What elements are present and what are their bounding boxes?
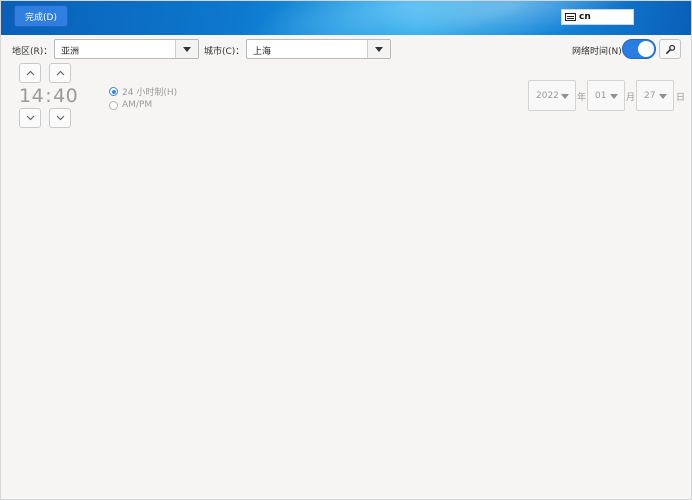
radio-ampm[interactable] [109,100,118,110]
ntp-settings-button[interactable] [659,39,681,59]
network-time-toggle[interactable] [622,39,656,59]
header-banner: 完成(D) cn [1,1,691,35]
hour-decrease-button[interactable] [19,108,41,128]
format-24h-label: 24 小时制(H) [122,88,178,98]
chevron-down-icon [610,94,618,99]
minute-decrease-button[interactable] [49,108,71,128]
day-value: 27 [644,91,656,101]
year-combobox[interactable]: 2022 [528,80,576,111]
day-unit-label: 日 [676,93,686,103]
wrench-icon [665,44,675,54]
chevron-down-icon[interactable] [175,40,198,58]
chevron-down-icon [56,115,64,121]
radio-24h[interactable] [109,87,118,96]
format-ampm-option[interactable]: AM/PM [109,100,152,110]
hour-increase-button[interactable] [19,63,41,83]
city-value: 上海 [253,47,272,57]
keyboard-icon [565,13,576,21]
month-combobox[interactable]: 01 [587,80,625,111]
chevron-down-icon [26,115,34,121]
chevron-up-icon [26,70,34,76]
date-time-window: 完成(D) cn 地区(R)： 亚洲 城市(C)： 上海 网络时间(N) 14:… [0,0,692,500]
month-value: 01 [595,91,607,101]
done-button[interactable]: 完成(D) [14,5,68,27]
chevron-down-icon[interactable] [367,40,390,58]
city-combobox[interactable]: 上海 [246,39,391,59]
chevron-down-icon [659,94,667,99]
toggle-knob [638,41,654,57]
input-method-label: cn [579,12,591,22]
hour-value: 14 [19,85,45,107]
chevron-down-icon [561,94,569,99]
time-display: 14:40 [19,85,78,107]
region-value: 亚洲 [61,47,80,57]
year-value: 2022 [536,91,559,101]
input-method-indicator[interactable]: cn [561,9,634,25]
minute-value: 40 [53,85,79,107]
region-combobox[interactable]: 亚洲 [54,39,199,59]
year-unit-label: 年 [577,93,587,103]
minute-increase-button[interactable] [49,63,71,83]
city-label: 城市(C)： [204,47,245,57]
format-ampm-label: AM/PM [122,100,153,110]
region-label: 地区(R)： [12,47,53,57]
network-time-label: 网络时间(N) [572,47,622,57]
chevron-up-icon [56,70,64,76]
format-24h-option[interactable]: 24 小时制(H) [109,85,177,98]
day-combobox[interactable]: 27 [636,80,674,111]
time-separator: : [45,85,53,107]
month-unit-label: 月 [626,93,636,103]
